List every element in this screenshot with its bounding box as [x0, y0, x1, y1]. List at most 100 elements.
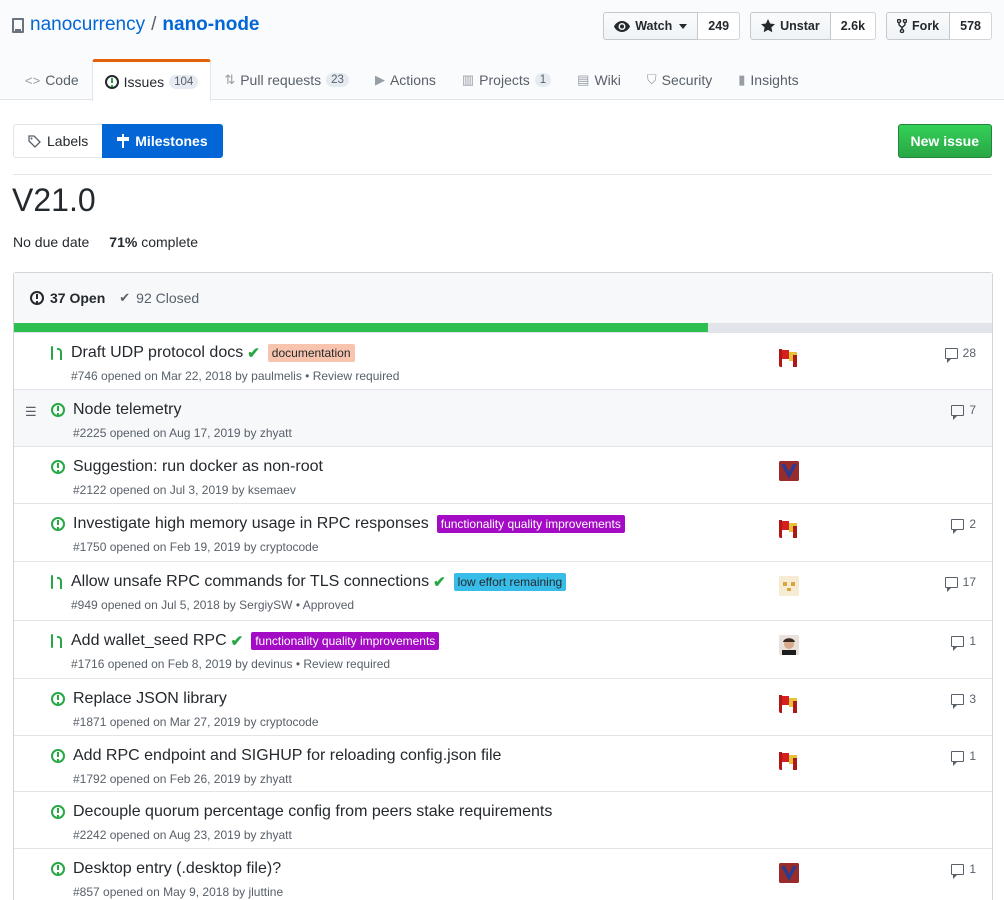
tab-actions[interactable]: ▶ Actions [362, 59, 449, 100]
assignee-avatar[interactable] [779, 635, 799, 655]
tab-projects-counter: 1 [534, 73, 552, 87]
issue-title-link[interactable]: Replace JSON library [73, 690, 227, 708]
repo-owner-link[interactable]: nanocurrency [30, 14, 145, 36]
repo-actions: Watch 249 Unstar 2.6k Fork 578 [603, 12, 992, 40]
shield-icon: ⛉ [646, 72, 657, 87]
project-icon: ▥ [461, 72, 475, 87]
tab-projects[interactable]: ▥ Projects 1 [449, 59, 564, 100]
issue-title-link[interactable]: Add RPC endpoint and SIGHUP for reloadin… [73, 747, 501, 765]
repo-name-link[interactable]: nano-node [162, 14, 259, 36]
watch-label: Watch [635, 19, 673, 33]
checks-passed-icon[interactable]: ✔ [433, 573, 446, 591]
closed-filter[interactable]: ✔ 92 Closed [119, 290, 199, 306]
issue-row[interactable]: Add wallet_seed RPC ✔ functionality qualit… [14, 620, 992, 678]
comment-count[interactable]: 1 [951, 634, 976, 651]
issue-meta: #2225 opened on Aug 17, 2019 by zhyatt [73, 426, 292, 440]
issue-title-group: Suggestion: run docker as non-root [73, 458, 323, 476]
issue-label[interactable]: functionality quality improvements [436, 515, 625, 533]
checks-passed-icon[interactable]: ✔ [247, 344, 260, 362]
tab-insights[interactable]: ▮ Insights [725, 59, 811, 100]
assignee-avatar[interactable] [779, 518, 799, 538]
issue-row[interactable]: Replace JSON library #1871 opened on Mar … [14, 678, 992, 735]
comment-count[interactable]: 3 [951, 692, 976, 709]
watch-button[interactable]: Watch [603, 12, 699, 40]
tab-issues[interactable]: Issues 104 [91, 59, 212, 101]
issue-state [51, 403, 65, 420]
issue-title-group: Draft UDP protocol docs ✔ documentation [71, 344, 355, 362]
issue-row[interactable]: ☰ Node telemetry #2225 opened on Aug 17, 2… [14, 389, 992, 446]
issues-subnav: Labels Milestones [13, 124, 223, 158]
comment-count[interactable]: 1 [951, 862, 976, 879]
pull-request-icon [51, 346, 63, 361]
issue-row[interactable]: Investigate high memory usage in RPC res… [14, 503, 992, 561]
issue-title-link[interactable]: Draft UDP protocol docs [71, 344, 243, 362]
assignee-avatar[interactable] [779, 347, 799, 367]
tab-wiki-label: Wiki [594, 72, 621, 88]
tab-pull-requests-counter: 23 [326, 73, 349, 87]
issue-title-link[interactable]: Investigate high memory usage in RPC res… [73, 515, 429, 533]
comment-count-value: 17 [962, 575, 976, 589]
issue-title-link[interactable]: Node telemetry [73, 401, 182, 419]
labels-link[interactable]: Labels [13, 124, 103, 158]
repo-nav: <> Code Issues 104 ⇅ Pull requests 23 ▶ … [12, 59, 812, 101]
issue-row[interactable]: Desktop entry (.desktop file)? #857 opene… [14, 848, 992, 900]
star-icon [761, 19, 776, 33]
issue-row[interactable]: Draft UDP protocol docs ✔ documentation #74… [14, 332, 992, 389]
open-filter[interactable]: 37 Open [30, 290, 105, 306]
issue-row[interactable]: Decouple quorum percentage config from p… [14, 791, 992, 848]
issue-open-icon [30, 291, 44, 305]
comment-icon [951, 635, 965, 651]
assignee-avatar[interactable] [779, 693, 799, 713]
issue-title-link[interactable]: Add wallet_seed RPC [71, 632, 227, 650]
comment-icon [944, 576, 958, 592]
comment-icon [951, 693, 965, 709]
issue-title-group: Allow unsafe RPC commands for TLS connec… [71, 573, 567, 591]
checks-passed-icon[interactable]: ✔ [231, 632, 244, 650]
assignee-avatar[interactable] [779, 461, 799, 481]
issue-title-link[interactable]: Suggestion: run docker as non-root [73, 458, 323, 476]
tab-pull-requests[interactable]: ⇅ Pull requests 23 [211, 59, 362, 100]
fork-count[interactable]: 578 [950, 12, 992, 40]
tab-code[interactable]: <> Code [12, 59, 92, 100]
issue-title-group: Investigate high memory usage in RPC res… [73, 515, 625, 533]
tab-security-label: Security [661, 72, 713, 88]
issue-title-link[interactable]: Decouple quorum percentage config from p… [73, 803, 552, 821]
comment-count[interactable]: 17 [944, 575, 976, 592]
unstar-button[interactable]: Unstar [750, 12, 831, 40]
star-count[interactable]: 2.6k [830, 12, 877, 40]
comment-count[interactable]: 1 [951, 749, 976, 766]
comment-count[interactable]: 28 [944, 346, 976, 363]
comment-count[interactable]: 2 [951, 517, 976, 534]
issue-title-link[interactable]: Desktop entry (.desktop file)? [73, 860, 281, 878]
milestone-progress-bar [14, 323, 992, 332]
issue-row[interactable]: Allow unsafe RPC commands for TLS connec… [14, 561, 992, 620]
issue-row[interactable]: Add RPC endpoint and SIGHUP for reloadin… [14, 735, 992, 791]
milestones-link[interactable]: Milestones [102, 124, 223, 158]
issue-meta: #746 opened on Mar 22, 2018 by paulmelis… [71, 369, 400, 383]
assignee-avatar[interactable] [779, 863, 799, 883]
comment-count-value: 3 [969, 692, 976, 706]
play-icon: ▶ [374, 72, 385, 87]
comment-count-value: 1 [969, 749, 976, 763]
fork-button[interactable]: Fork [886, 12, 951, 40]
watch-count[interactable]: 249 [698, 12, 741, 40]
issue-state [51, 460, 65, 477]
closed-count: 92 Closed [136, 290, 200, 306]
new-issue-button[interactable]: New issue [897, 124, 992, 158]
issue-meta: #1871 opened on Mar 27, 2019 by cryptoco… [73, 715, 319, 729]
issue-state [51, 749, 65, 766]
issue-open-icon [51, 805, 65, 819]
tab-wiki[interactable]: ▤ Wiki [564, 59, 634, 100]
assignee-avatar[interactable] [779, 750, 799, 770]
tab-security[interactable]: ⛉ Security [634, 59, 725, 100]
issue-title-link[interactable]: Allow unsafe RPC commands for TLS connec… [71, 573, 429, 591]
comment-count[interactable]: 7 [951, 403, 976, 420]
issue-label[interactable]: functionality quality improvements [251, 632, 440, 650]
drag-handle-icon[interactable]: ☰ [25, 404, 37, 420]
issue-meta: #949 opened on Jul 5, 2018 by SergiySW •… [71, 598, 355, 612]
issue-label[interactable]: low effort remaining [453, 573, 567, 591]
issue-state [51, 575, 63, 593]
assignee-avatar[interactable] [779, 576, 799, 596]
issue-label[interactable]: documentation [267, 344, 355, 362]
issue-row[interactable]: Suggestion: run docker as non-root #2122 … [14, 446, 992, 503]
